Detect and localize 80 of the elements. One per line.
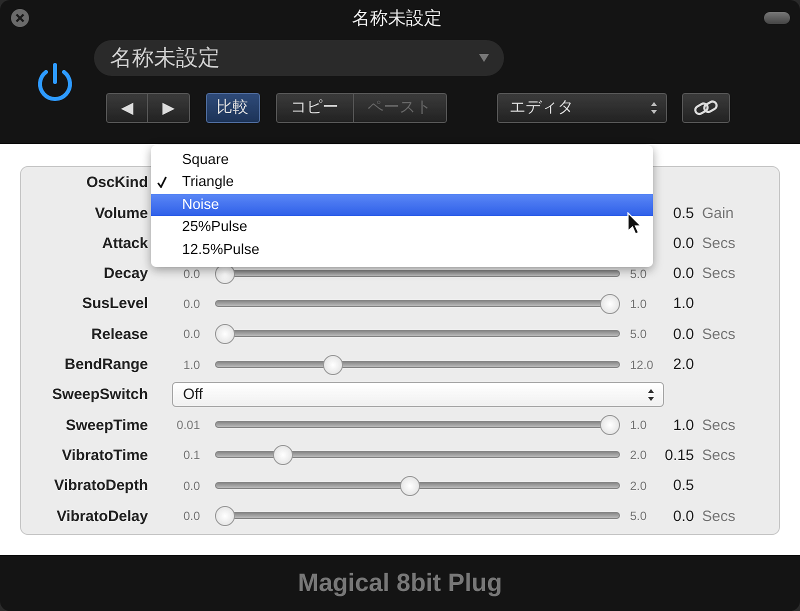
value-text: 0.0 (672, 265, 694, 282)
slider-thumb[interactable] (215, 324, 235, 344)
value-text: 0.5 (672, 477, 694, 494)
menu-item[interactable]: Square (151, 148, 653, 172)
param-label: Attack (101, 234, 148, 252)
param-label: Release (90, 326, 148, 343)
window-title: 名称未設定 (352, 6, 442, 30)
slider-track[interactable] (215, 506, 620, 526)
unit-label: Secs (701, 508, 736, 524)
param-label: VibratoTime (60, 446, 148, 464)
min-label: 0.0 (182, 296, 200, 311)
plugin-name: Magical 8bit Plug (298, 568, 502, 598)
value-text: 0.15 (664, 446, 694, 464)
param-label: SusLevel (81, 295, 148, 312)
slider-track[interactable] (215, 294, 620, 314)
param-label: VibratoDelay (56, 508, 148, 524)
value-text: 1.0 (672, 295, 694, 312)
value-text: 0.0 (672, 508, 694, 524)
param-label: BendRange (64, 356, 148, 374)
max-label: 5.0 (629, 266, 648, 281)
min-label: 0.0 (182, 327, 200, 342)
nav-button[interactable]: ◀ (107, 94, 148, 122)
value-text: 0.0 (672, 234, 694, 252)
max-label: 1.0 (629, 418, 648, 432)
menu-item[interactable]: Noise (151, 194, 653, 216)
window-button[interactable] (764, 12, 790, 24)
value-text: 0.0 (672, 326, 694, 343)
slider-thumb[interactable] (600, 294, 620, 314)
max-label: 12.0 (629, 358, 654, 372)
min-label: 1.0 (182, 358, 200, 372)
slider-track[interactable] (215, 354, 620, 375)
slider-track[interactable] (215, 445, 620, 466)
min-label: 0.1 (182, 448, 200, 462)
slider-thumb[interactable] (272, 445, 293, 466)
param-label: SweepTime (64, 416, 148, 434)
slider-track[interactable] (215, 324, 620, 344)
link-button[interactable] (682, 92, 730, 123)
value-text: 2.0 (672, 356, 694, 374)
slider-track[interactable] (215, 415, 620, 436)
unit-label: Secs (701, 326, 736, 343)
preset-dropdown[interactable]: 名称未設定 (94, 40, 504, 76)
dropdown[interactable]: Off (172, 382, 664, 408)
unit-label: Secs (701, 416, 736, 434)
value-text: 0.5 (672, 204, 694, 222)
slider-thumb[interactable] (215, 506, 235, 526)
caret-icon (478, 52, 490, 63)
min-label: 0.0 (182, 478, 200, 493)
slider-thumb[interactable] (600, 415, 620, 436)
compare-button[interactable]: 比較 (206, 92, 260, 123)
param-label: Volume (94, 204, 148, 222)
value-text: 1.0 (672, 416, 694, 434)
menu-item[interactable]: Triangle (151, 171, 653, 194)
max-label: 5.0 (629, 509, 648, 523)
clipboard-button[interactable]: コピー (276, 94, 354, 122)
min-label: 0.01 (176, 418, 200, 432)
menu-item[interactable]: 25%Pulse (151, 216, 653, 239)
unit-label: Secs (701, 234, 736, 252)
max-label: 2.0 (629, 448, 648, 462)
param-label: Decay (102, 265, 148, 282)
close-icon[interactable] (10, 8, 30, 28)
min-label: 0.0 (182, 509, 200, 523)
param-label: OscKind (85, 174, 148, 192)
max-label: 5.0 (629, 327, 648, 342)
link-icon (692, 98, 719, 117)
stepper-icon (647, 388, 655, 402)
slider-thumb[interactable] (322, 354, 343, 375)
nav-button[interactable]: ▶ (148, 94, 189, 122)
unit-label: Gain (701, 204, 735, 222)
max-label: 2.0 (629, 478, 648, 493)
param-label: VibratoDepth (53, 477, 148, 494)
view-dropdown[interactable]: エディタ (496, 92, 667, 123)
slider-track[interactable] (215, 476, 620, 496)
param-label: SweepSwitch (51, 386, 148, 404)
slider-thumb[interactable] (400, 476, 420, 496)
min-label: 0.0 (182, 266, 200, 281)
unit-label: Secs (701, 446, 736, 464)
max-label: 1.0 (629, 296, 648, 311)
unit-label: Secs (701, 265, 736, 282)
menu-item[interactable]: 12.5%Pulse (151, 238, 653, 262)
stepper-icon (650, 100, 658, 115)
